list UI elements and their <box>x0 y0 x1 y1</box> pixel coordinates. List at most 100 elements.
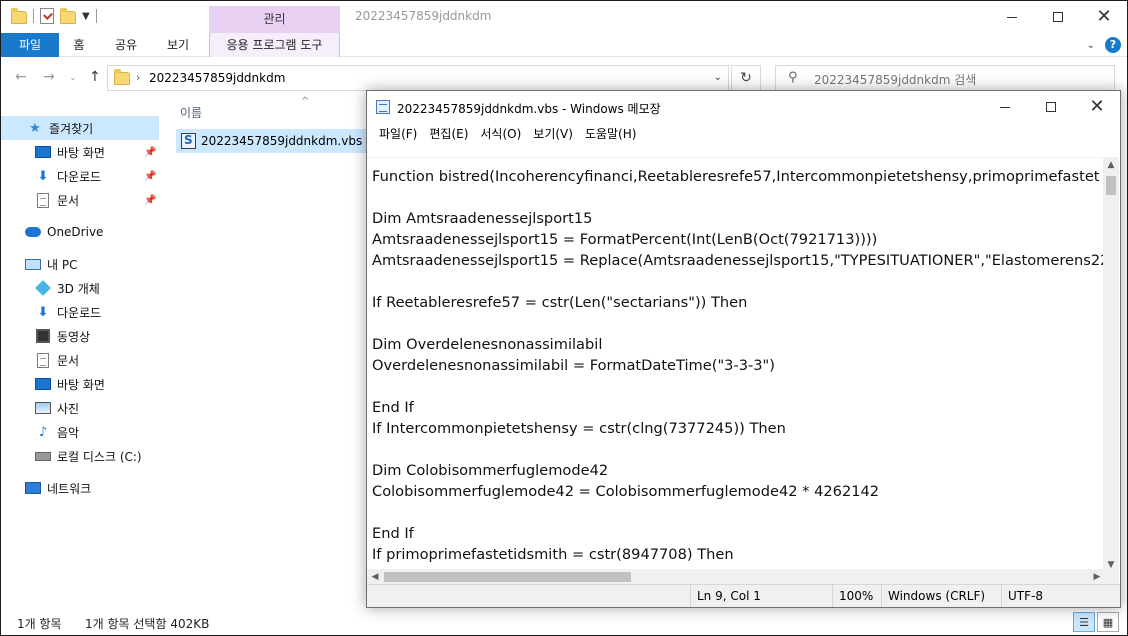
editor-content[interactable]: Function bistred(Incoherencyfinanci,Reet… <box>372 166 1105 565</box>
expand-ribbon-icon[interactable]: ⌄ <box>1087 40 1095 51</box>
sidebar-item-downloads[interactable]: ⬇ 다운로드 <box>1 300 159 324</box>
tab-home[interactable]: 홈 <box>63 33 95 57</box>
editor-line[interactable]: Dim Overdelenesnonassimilabil <box>372 334 1105 355</box>
editor-line[interactable] <box>372 502 1105 523</box>
search-input[interactable]: ⚲ 20223457859jddnkdm 검색 <box>775 65 1115 91</box>
menu-help[interactable]: 도움말(H) <box>579 123 643 145</box>
editor-line[interactable] <box>372 439 1105 460</box>
menu-format[interactable]: 서식(O) <box>474 123 527 145</box>
sidebar-item-label: 다운로드 <box>57 305 102 320</box>
sidebar-item-onedrive[interactable]: OneDrive <box>1 220 159 244</box>
breadcrumb-chevron-icon: › <box>136 71 141 84</box>
sidebar-item-3d-objects[interactable]: 3D 개체 <box>1 276 159 300</box>
column-header-name[interactable]: 이름 <box>180 104 202 121</box>
back-arrow-icon[interactable]: ← <box>15 69 27 85</box>
editor-line[interactable]: If Reetableresrefe57 = cstr(Len("sectari… <box>372 292 1105 313</box>
pin-icon: 📌 <box>144 146 157 158</box>
tab-view[interactable]: 보기 <box>157 33 199 57</box>
sidebar-item-label: 즐겨찾기 <box>49 121 94 136</box>
folder-icon[interactable] <box>11 7 27 24</box>
sidebar-item-label: 문서 <box>57 193 80 208</box>
list-item[interactable]: 20223457859jddnkdm.vbs <box>176 129 366 153</box>
editor-line[interactable]: Amtsraadenessejlsport15 = Replace(Amtsra… <box>372 250 1105 271</box>
refresh-button[interactable]: ↻ <box>731 65 761 91</box>
up-arrow-icon[interactable]: ↑ <box>89 69 101 85</box>
details-view-button[interactable]: ☰ <box>1073 612 1095 632</box>
editor-line[interactable]: If Intercommonpietetshensy = cstr(clng(7… <box>372 418 1105 439</box>
sidebar-item-pictures[interactable]: 사진 <box>1 396 159 420</box>
editor-line[interactable] <box>372 187 1105 208</box>
sidebar-item-label: 네트워크 <box>47 481 92 496</box>
forward-arrow-icon[interactable]: → <box>43 69 55 85</box>
editor-line[interactable]: Overdelenesnonassimilabil = FormatDateTi… <box>372 355 1105 376</box>
sidebar-item-label: 사진 <box>57 401 80 416</box>
menu-view[interactable]: 보기(V) <box>527 123 579 145</box>
minimize-button[interactable] <box>989 1 1035 33</box>
manage-context-tab[interactable]: 관리 <box>209 6 340 33</box>
maximize-button[interactable] <box>1035 1 1081 33</box>
address-bar[interactable]: › 20223457859jddnkdm ⌄ <box>107 65 729 91</box>
editor-line[interactable]: Function bistred(Incoherencyfinanci,Reet… <box>372 166 1105 187</box>
editor-line[interactable] <box>372 376 1105 397</box>
sidebar-item-local-disk[interactable]: 로컬 디스크 (C:) <box>1 444 159 468</box>
breadcrumb[interactable]: 20223457859jddnkdm <box>149 71 285 85</box>
customize-qat-icon[interactable]: ▼ <box>82 11 90 22</box>
editor-line[interactable]: Colobisommerfuglemode42 = Colobisommerfu… <box>372 481 1105 502</box>
editor-line[interactable] <box>372 313 1105 334</box>
scroll-up-icon[interactable]: ▲ <box>1103 157 1119 173</box>
film-icon <box>35 328 51 344</box>
maximize-button[interactable] <box>1028 91 1074 123</box>
address-dropdown-icon[interactable]: ⌄ <box>714 72 722 83</box>
sidebar-item-qa-desktop[interactable]: 바탕 화면 📌 <box>1 140 159 164</box>
editor-line[interactable]: Dim Amtsraadenessejlsport15 <box>372 208 1105 229</box>
navigation-bar: ← → ⌄ ↑ › 20223457859jddnkdm ⌄ ↻ ⚲ 20223… <box>1 63 1127 93</box>
cloud-icon <box>25 224 41 240</box>
sidebar-item-desktop[interactable]: 바탕 화면 <box>1 372 159 396</box>
editor-line[interactable]: End If <box>372 523 1105 544</box>
editor-line[interactable] <box>372 271 1105 292</box>
editor-line[interactable]: Amtsraadenessejlsport15 = FormatPercent(… <box>372 229 1105 250</box>
scroll-left-icon[interactable]: ◀ <box>367 569 383 585</box>
network-icon <box>25 480 41 496</box>
notepad-window: 20223457859jddnkdm.vbs - Windows 메모장 ✕ 파… <box>366 90 1121 608</box>
search-icon: ⚲ <box>788 70 798 85</box>
sidebar-item-music[interactable]: ♪ 음악 <box>1 420 159 444</box>
close-button[interactable]: ✕ <box>1081 1 1127 33</box>
status-line-ending: Windows (CRLF) <box>881 585 1001 607</box>
editor-line[interactable]: If primoprimefastetidsmith = cstr(894770… <box>372 544 1105 565</box>
recent-locations-icon[interactable]: ⌄ <box>69 73 77 83</box>
sidebar-item-videos[interactable]: 동영상 <box>1 324 159 348</box>
properties-icon[interactable] <box>40 8 54 24</box>
new-folder-icon[interactable] <box>60 7 76 24</box>
minimize-button[interactable] <box>982 91 1028 123</box>
sidebar-item-label: 바탕 화면 <box>57 145 105 160</box>
menu-edit[interactable]: 편집(E) <box>423 123 474 145</box>
sort-ascending-icon: ^ <box>301 96 310 107</box>
menu-file[interactable]: 파일(F) <box>373 123 423 145</box>
tab-file[interactable]: 파일 <box>1 33 59 57</box>
editor-line[interactable]: End If <box>372 397 1105 418</box>
close-button[interactable]: ✕ <box>1074 91 1120 123</box>
large-icons-view-button[interactable]: ▦ <box>1097 612 1119 632</box>
horizontal-scrollbar[interactable]: ◀ ▶ <box>367 569 1105 585</box>
explorer-titlebar: ▼ 관리 20223457859jddnkdm ✕ <box>1 1 1127 33</box>
sidebar-item-qa-downloads[interactable]: ⬇ 다운로드 📌 <box>1 164 159 188</box>
file-name: 20223457859jddnkdm.vbs <box>201 134 363 148</box>
vertical-scrollbar[interactable]: ▲ ▼ <box>1103 157 1119 573</box>
sidebar-item-this-pc[interactable]: 내 PC <box>1 252 159 276</box>
help-icon[interactable]: ? <box>1105 37 1121 53</box>
sidebar-item-network[interactable]: 네트워크 <box>1 476 159 500</box>
tab-share[interactable]: 공유 <box>105 33 147 57</box>
text-editor-area[interactable]: Function bistred(Incoherencyfinanci,Reet… <box>367 157 1105 573</box>
sidebar-item-documents[interactable]: 문서 <box>1 348 159 372</box>
vertical-scroll-thumb[interactable] <box>1106 176 1116 195</box>
large-icons-view-icon: ▦ <box>1102 615 1114 629</box>
sidebar-item-qa-documents[interactable]: 문서 📌 <box>1 188 159 212</box>
star-icon: ★ <box>29 120 41 136</box>
separator <box>95 9 97 23</box>
editor-line[interactable]: Dim Colobisommerfuglemode42 <box>372 460 1105 481</box>
status-zoom: 100% <box>832 585 882 607</box>
horizontal-scroll-thumb[interactable] <box>384 572 631 582</box>
tab-app-tools[interactable]: 응용 프로그램 도구 <box>209 33 340 57</box>
sidebar-item-quick-access[interactable]: ★ 즐겨찾기 <box>1 116 159 140</box>
